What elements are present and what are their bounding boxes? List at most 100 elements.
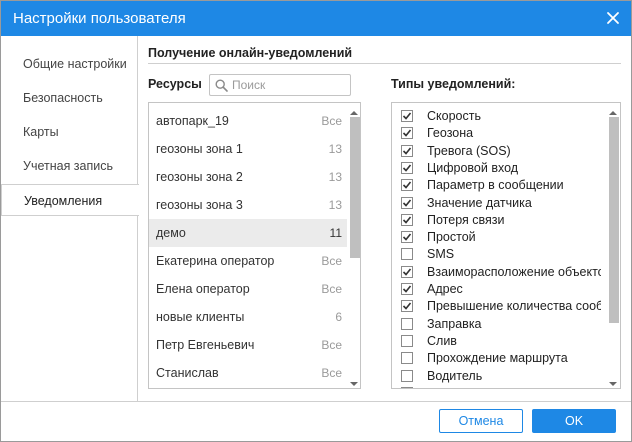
ok-button[interactable]: OK xyxy=(532,409,616,433)
sidebar-divider xyxy=(137,36,138,402)
notification-type-label: Заправка xyxy=(427,316,482,331)
dialog-titlebar: Настройки пользователя xyxy=(1,1,631,36)
notification-type-item[interactable]: Геозона xyxy=(401,125,601,142)
chevron-down-icon[interactable] xyxy=(349,377,359,386)
checkmark-icon xyxy=(402,233,412,241)
notification-type-item[interactable]: Адрес xyxy=(401,281,601,298)
resource-count: 11 xyxy=(329,226,342,240)
checkbox[interactable] xyxy=(401,213,413,226)
sidebar-item-maps[interactable]: Карты xyxy=(1,116,138,148)
notification-type-label: Значение датчика xyxy=(427,195,532,210)
resource-row[interactable]: Петр Евгеньевич Все xyxy=(149,331,347,359)
resource-row[interactable]: геозоны зона 3 13 xyxy=(149,191,347,219)
notification-type-item[interactable]: Значение датчика xyxy=(401,195,601,212)
notification-type-label: Прохождение маршрута xyxy=(427,351,568,366)
sidebar-item-account[interactable]: Учетная запись xyxy=(1,150,138,182)
checkbox[interactable] xyxy=(401,127,413,140)
close-icon[interactable] xyxy=(605,10,621,26)
checkmark-icon xyxy=(402,302,412,310)
notification-type-label: Цифровой вход xyxy=(427,160,519,175)
sidebar-item-security[interactable]: Безопасность xyxy=(1,82,138,114)
notification-type-item[interactable]: Параметр в сообщении xyxy=(401,177,601,194)
resource-count: Все xyxy=(321,338,342,352)
notification-type-item[interactable]: Прицеп xyxy=(401,385,601,388)
checkbox[interactable] xyxy=(401,110,413,122)
notification-type-item[interactable]: Превышение количества сооб xyxy=(401,298,601,315)
resource-count: 13 xyxy=(328,198,342,212)
checkmark-icon xyxy=(402,216,412,224)
checkbox[interactable] xyxy=(401,161,413,174)
resource-count: 13 xyxy=(328,142,342,156)
resource-count: Все xyxy=(321,254,342,268)
resource-name: Екатерина оператор xyxy=(156,254,275,268)
cancel-button[interactable]: Отмена xyxy=(439,409,523,433)
resource-name: автопарк_19 xyxy=(156,114,229,128)
resource-list-scrollbar[interactable] xyxy=(347,103,360,388)
notification-type-item[interactable]: Скорость xyxy=(401,108,601,125)
notification-type-label: Слив xyxy=(427,333,457,348)
sidebar-item-notifications[interactable]: Уведомления xyxy=(1,184,139,216)
checkbox[interactable] xyxy=(401,300,413,313)
checkmark-icon xyxy=(402,181,412,189)
checkbox[interactable] xyxy=(401,196,413,209)
footer-divider xyxy=(1,401,631,402)
checkbox[interactable] xyxy=(401,352,413,365)
resource-name: новые клиенты xyxy=(156,310,245,324)
notification-types-label: Типы уведомлений: xyxy=(391,77,516,91)
checkbox[interactable] xyxy=(401,265,413,278)
notification-type-item[interactable]: Слив xyxy=(401,333,601,350)
notification-type-item[interactable]: Простой xyxy=(401,229,601,246)
notification-type-label: SMS xyxy=(427,247,455,262)
chevron-up-icon[interactable] xyxy=(608,106,618,115)
notification-type-item[interactable]: Прохождение маршрута xyxy=(401,350,601,367)
notification-type-label: Адрес xyxy=(427,282,463,296)
resource-count: Все xyxy=(321,282,342,296)
checkbox[interactable] xyxy=(401,283,413,295)
resource-row[interactable]: Елена оператор Все xyxy=(149,275,347,303)
resource-row[interactable]: геозоны зона 2 13 xyxy=(149,163,347,191)
checkbox[interactable] xyxy=(401,317,413,330)
user-settings-dialog: Настройки пользователя Общие настройки Бе… xyxy=(0,0,632,442)
checkmark-icon xyxy=(402,129,412,137)
search-input[interactable] xyxy=(232,77,347,93)
resource-name: Елена оператор xyxy=(156,282,250,296)
checkbox[interactable] xyxy=(401,369,413,382)
resource-row[interactable]: геозоны зона 1 13 xyxy=(149,135,347,163)
resource-row[interactable]: автопарк_19 Все xyxy=(149,107,347,135)
notification-type-item[interactable]: SMS xyxy=(401,246,601,263)
notification-type-label: Превышение количества сооб xyxy=(427,299,601,314)
sidebar-item-general[interactable]: Общие настройки xyxy=(1,48,138,80)
notification-type-label: Скорость xyxy=(427,109,481,123)
resource-row[interactable]: Екатерина оператор Все xyxy=(149,247,347,275)
notification-type-item[interactable]: Потеря связи xyxy=(401,212,601,229)
checkbox[interactable] xyxy=(401,334,413,347)
resource-scroll-thumb[interactable] xyxy=(350,117,360,258)
notification-type-item[interactable]: Заправка xyxy=(401,316,601,333)
resource-count: Все xyxy=(321,366,342,380)
resource-name: геозоны зона 1 xyxy=(156,142,243,156)
checkbox[interactable] xyxy=(401,144,413,157)
checkbox[interactable] xyxy=(401,248,413,261)
checkbox[interactable] xyxy=(401,386,413,388)
types-list-scrollbar[interactable] xyxy=(606,103,620,388)
checkbox[interactable] xyxy=(401,179,413,192)
notification-type-label: Геозона xyxy=(427,126,474,141)
resource-row[interactable]: Станислав Все xyxy=(149,359,347,387)
notification-type-item[interactable]: Взаиморасположение объекто xyxy=(401,264,601,281)
notification-type-item[interactable]: Водитель xyxy=(401,368,601,385)
notification-type-item[interactable]: Тревога (SOS) xyxy=(401,143,601,160)
chevron-down-icon[interactable] xyxy=(608,377,618,386)
settings-sidebar: Общие настройки Безопасность Карты Учетная … xyxy=(1,36,139,402)
resource-search[interactable] xyxy=(209,74,351,96)
section-title: Получение онлайн-уведомлений xyxy=(148,46,353,60)
types-scroll-thumb[interactable] xyxy=(609,117,619,323)
resource-list: автопарк_19 Все геозоны зона 1 13 геозоны зо… xyxy=(148,102,361,389)
chevron-up-icon[interactable] xyxy=(349,106,359,115)
notification-type-item[interactable]: Цифровой вход xyxy=(401,160,601,177)
notification-type-label: Прицеп xyxy=(427,386,471,388)
checkbox[interactable] xyxy=(401,231,413,244)
notification-type-label: Взаиморасположение объекто xyxy=(427,264,601,279)
resource-row[interactable]: демо 11 xyxy=(149,219,347,247)
resource-row[interactable]: новые клиенты 6 xyxy=(149,303,347,331)
resources-label: Ресурсы xyxy=(148,77,202,91)
